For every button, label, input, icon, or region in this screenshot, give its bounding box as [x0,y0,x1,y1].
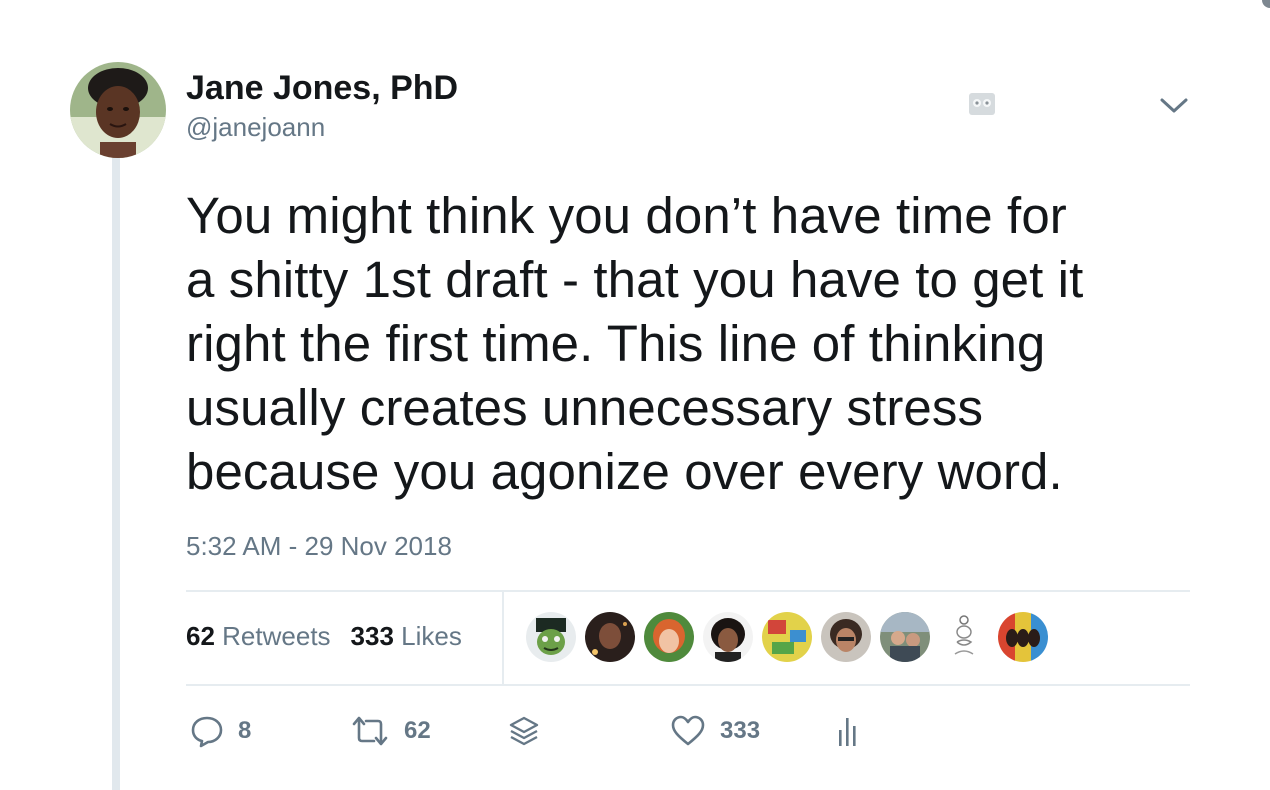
likes-count: 333 [350,621,394,651]
more-options-button[interactable] [1158,94,1190,118]
tweet-text-line: You might think you don’t have time for [186,187,1067,244]
owl-icon [968,92,996,116]
liker-avatar[interactable] [585,612,635,662]
window-corner-mark [1262,0,1270,8]
tweet-text-line: usually creates unnecessary stress [186,379,984,436]
likes-stat[interactable]: 333 Likes [351,618,462,654]
retweets-stat[interactable]: 62 Retweets [186,618,331,654]
heart-icon [671,715,705,746]
liker-avatars [526,612,1048,662]
retweet-button[interactable]: 62 [350,708,431,754]
tweet-text-line: a shitty 1st draft - that you have to ge… [186,251,1084,308]
retweet-count: 62 [404,717,431,744]
like-count: 333 [720,717,761,744]
retweet-icon [352,716,388,746]
liker-avatar[interactable] [821,612,871,662]
stats-vertical-divider [502,592,504,684]
likes-label: Likes [401,621,462,651]
reply-count: 8 [238,717,252,744]
liker-avatar[interactable] [998,612,1048,662]
reply-icon [191,716,223,748]
tweet-stats: 62 Retweets 333 Likes [186,618,462,654]
tweet-text-line: right the first time. This line of think… [186,315,1046,372]
tweet-page: Jane Jones, PhD @janejoann You might thi… [0,0,1270,790]
author-display-name[interactable]: Jane Jones, PhD [186,68,458,108]
stats-divider-bottom [186,684,1190,686]
thread-line [112,158,120,790]
reply-button[interactable]: 8 [190,708,251,754]
stack-icon [509,716,539,746]
direct-message-button[interactable] [508,708,540,754]
tweet-text: You might think you don’t have time for … [186,184,1196,504]
liker-avatar[interactable] [526,612,576,662]
analytics-button[interactable] [836,708,860,754]
liker-avatar[interactable] [703,612,753,662]
analytics-icon [839,718,856,746]
tweet-timestamp[interactable]: 5:32 AM - 29 Nov 2018 [186,528,452,564]
chevron-down-icon [1160,98,1188,113]
author-avatar[interactable] [70,62,166,158]
retweets-label: Retweets [222,621,331,651]
liker-avatar[interactable] [939,612,989,662]
liker-avatar[interactable] [880,612,930,662]
tweet-text-line: because you agonize over every word. [186,443,1063,500]
tweet-header: Jane Jones, PhD @janejoann [186,68,458,144]
liker-avatar[interactable] [644,612,694,662]
tweet-action-bar: 8 62 333 [0,708,1270,756]
stats-divider-top [186,590,1190,592]
like-button[interactable]: 333 [670,708,760,754]
author-handle[interactable]: @janejoann [186,110,458,144]
liker-avatar[interactable] [762,612,812,662]
retweets-count: 62 [186,621,215,651]
